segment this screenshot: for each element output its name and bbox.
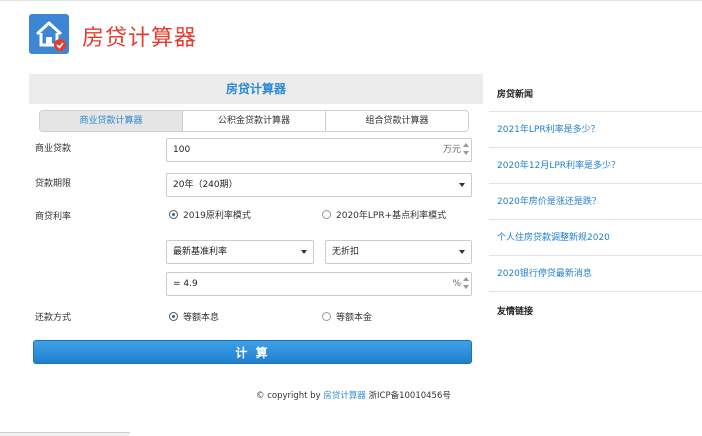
loan-amount-unit: 万元: [442, 145, 461, 155]
footer-icp: 浙ICP备10010456号: [365, 391, 451, 401]
news-item[interactable]: 2020银行停贷最新消息: [489, 256, 702, 292]
loan-amount-label: 商业贷款: [35, 144, 72, 154]
friend-links-heading: 友情链接: [497, 307, 534, 317]
tab-commercial-loan[interactable]: 商业贷款计算器: [40, 111, 183, 131]
tab-combined-loan[interactable]: 组合贷款计算器: [326, 111, 468, 131]
rate-mode-lpr-radio[interactable]: [322, 210, 331, 219]
repayment-equal-principal-label: 等额本金: [336, 313, 373, 323]
base-rate-value: 最新基准利率: [173, 247, 228, 257]
rate-mode-2019-label: 2019原利率模式: [183, 211, 251, 221]
footer-copyright: © copyright by: [256, 391, 324, 401]
chevron-down-icon: [459, 183, 465, 187]
news-item[interactable]: 个人住房贷款调整新规2020: [489, 220, 702, 256]
footer-site-link[interactable]: 房贷计算器: [323, 391, 366, 401]
chevron-down-icon: [301, 250, 307, 254]
discount-select[interactable]: 无折扣: [325, 240, 472, 264]
loan-amount-input[interactable]: 100 万元: [166, 138, 472, 162]
top-border: [0, 0, 702, 1]
repayment-equal-installment-label: 等额本息: [183, 313, 220, 323]
rate-mode-2019-radio[interactable]: [169, 210, 178, 219]
rate-value: = 4.9: [173, 279, 198, 289]
site-title[interactable]: 房贷计算器: [82, 20, 197, 52]
news-item[interactable]: 2021年LPR利率是多少？: [489, 112, 702, 148]
calculate-button[interactable]: 计 算: [33, 340, 472, 364]
loan-term-label: 贷款期限: [35, 179, 72, 189]
site-logo[interactable]: [29, 14, 69, 54]
news-item[interactable]: 2020年12月LPR利率是多少？: [489, 148, 702, 184]
news-sidebar: 房贷新闻 2021年LPR利率是多少？ 2020年12月LPR利率是多少？ 20…: [489, 78, 702, 332]
rate-mode-2019-option[interactable]: 2019原利率模式: [169, 208, 251, 221]
loan-amount-spinner[interactable]: [463, 143, 469, 157]
rate-mode-lpr-option[interactable]: 2020年LPR+基点利率模式: [322, 208, 446, 221]
repayment-equal-installment-radio[interactable]: [169, 312, 178, 321]
chevron-down-icon: [459, 250, 465, 254]
rate-mode-lpr-label: 2020年LPR+基点利率模式: [336, 211, 447, 221]
rate-spinner[interactable]: [463, 277, 469, 291]
repayment-equal-principal-option[interactable]: 等额本金: [322, 310, 372, 323]
repayment-label: 还款方式: [35, 313, 72, 323]
footer: © copyright by 房贷计算器 浙ICP备10010456号: [0, 389, 702, 401]
horizontal-scrollbar[interactable]: [0, 432, 130, 436]
discount-value: 无折扣: [332, 247, 360, 257]
calculator-header: 房贷计算器: [29, 74, 483, 104]
house-icon: [35, 21, 66, 51]
repayment-equal-principal-radio[interactable]: [322, 312, 331, 321]
loan-amount-value: 100: [173, 145, 191, 155]
news-heading: 房贷新闻: [489, 78, 702, 112]
tab-provident-fund-loan[interactable]: 公积金贷款计算器: [183, 111, 326, 131]
repayment-equal-installment-option[interactable]: 等额本息: [169, 310, 219, 323]
loan-term-select[interactable]: 20年（240期）: [166, 173, 472, 197]
loan-term-value: 20年（240期）: [173, 180, 238, 190]
rate-label: 商贷利率: [35, 212, 72, 222]
news-item[interactable]: 2020年房价是涨还是跌？: [489, 184, 702, 220]
calculator-tabs: 商业贷款计算器 公积金贷款计算器 组合贷款计算器: [39, 110, 469, 132]
rate-unit: %: [452, 279, 461, 289]
rate-value-input[interactable]: = 4.9 %: [166, 272, 472, 296]
base-rate-select[interactable]: 最新基准利率: [166, 240, 314, 264]
